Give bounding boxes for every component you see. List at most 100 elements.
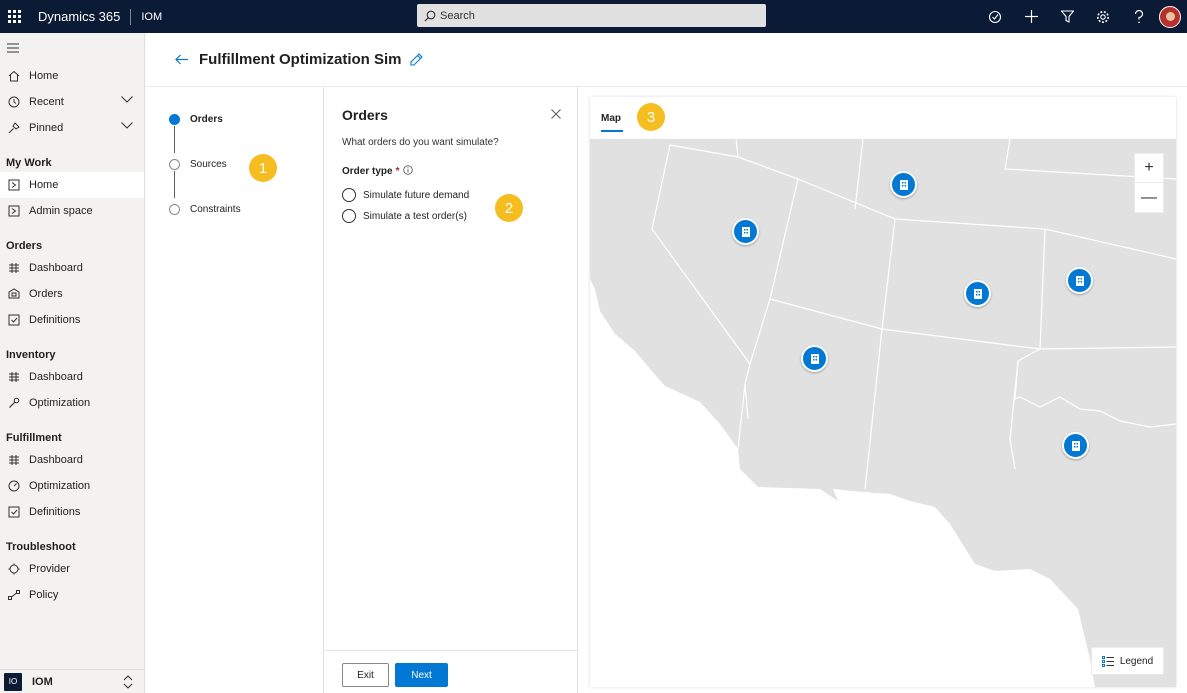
radio-circle[interactable]	[342, 209, 356, 223]
dashboard-icon	[7, 453, 21, 467]
back-button[interactable]	[175, 54, 189, 65]
info-icon[interactable]	[403, 165, 414, 178]
step-sources[interactable]: Sources	[169, 159, 227, 170]
sidebar-item-label: Dashboard	[29, 262, 83, 274]
chevron-down-icon[interactable]	[121, 96, 133, 103]
radio-test-order[interactable]: Simulate a test order(s)	[342, 209, 467, 223]
checklist-icon	[7, 313, 21, 327]
building-icon	[1075, 275, 1084, 286]
sidebar-item-policy[interactable]: Policy	[0, 582, 144, 608]
step-label: Orders	[190, 114, 223, 125]
flow-icon	[7, 588, 21, 602]
settings-button[interactable]	[1085, 0, 1121, 33]
map-location-pin[interactable]	[1062, 432, 1089, 459]
gear-icon	[1097, 10, 1109, 23]
sidebar-item-label: Definitions	[29, 506, 81, 518]
exit-button[interactable]: Exit	[342, 663, 389, 687]
tab-map[interactable]: Map	[601, 113, 621, 124]
callout-badge-1: 1	[249, 154, 277, 182]
building-icon	[1071, 440, 1080, 451]
section-troubleshoot: Troubleshoot	[6, 541, 76, 553]
environment-badge: IO	[4, 672, 22, 691]
sidebar-item-label: Home	[29, 179, 59, 191]
step-orders[interactable]: Orders	[169, 114, 223, 125]
zoom-in-button[interactable]: +	[1135, 154, 1163, 183]
step-label: Constraints	[190, 204, 241, 215]
checklist-icon	[7, 505, 21, 519]
sidebar-item-orders[interactable]: Orders	[0, 281, 144, 307]
sidebar-item-orders-dashboard[interactable]: Dashboard	[0, 255, 144, 281]
gauge-icon	[7, 479, 21, 493]
orders-icon	[7, 287, 21, 301]
zoom-out-button[interactable]: —	[1135, 183, 1163, 212]
plus-icon	[1024, 10, 1038, 23]
map-view[interactable]: + — Legend	[590, 139, 1176, 687]
app-name[interactable]: Dynamics 365	[38, 9, 120, 24]
sidebar-item-inventory-dashboard[interactable]: Dashboard	[0, 364, 144, 390]
sidebar-item-recent[interactable]: Recent	[0, 89, 144, 115]
search-box[interactable]: Search	[417, 4, 766, 27]
step-indicator	[169, 114, 180, 125]
wizard-stepper: Orders Sources Constraints 1	[146, 87, 324, 693]
chevron-down-icon[interactable]	[121, 122, 133, 129]
area-name[interactable]: IOM	[141, 11, 162, 23]
step-indicator	[169, 204, 180, 215]
section-inventory: Inventory	[6, 349, 56, 361]
filter-button[interactable]	[1049, 0, 1085, 33]
sidebar-item-label: Provider	[29, 563, 70, 575]
sidebar-item-provider[interactable]: Provider	[0, 556, 144, 582]
search-icon	[424, 10, 436, 21]
sidebar-item-inventory-optimization[interactable]: Optimization	[0, 390, 144, 416]
divider	[130, 8, 132, 25]
new-button[interactable]	[1013, 0, 1049, 33]
map-location-pin[interactable]	[890, 171, 917, 198]
help-button[interactable]	[1121, 0, 1157, 33]
callout-badge-2: 2	[495, 194, 523, 222]
map-location-pin[interactable]	[1066, 267, 1093, 294]
sidebar-item-pinned[interactable]: Pinned	[0, 115, 144, 141]
step-constraints[interactable]: Constraints	[169, 204, 241, 215]
assistant-button[interactable]	[977, 0, 1013, 33]
zoom-control: + —	[1134, 153, 1164, 213]
map-location-pin[interactable]	[964, 280, 991, 307]
search-placeholder: Search	[440, 9, 475, 22]
hamburger-button[interactable]	[0, 33, 144, 63]
edit-title-button[interactable]	[409, 53, 423, 66]
sidebar-item-label: Admin space	[29, 205, 93, 217]
hamburger-icon	[7, 43, 19, 53]
sidebar-item-label: Orders	[29, 288, 63, 300]
top-bar: Dynamics 365 IOM Search	[0, 0, 1187, 33]
page-title: Fulfillment Optimization Sim	[199, 51, 402, 68]
field-label-text: Order type	[342, 166, 393, 177]
next-button[interactable]: Next	[395, 663, 448, 687]
sidebar-item-admin-space[interactable]: Admin space	[0, 198, 144, 224]
order-type-label: Order type *	[342, 165, 414, 178]
environment-switcher[interactable]: IO IOM	[0, 669, 144, 693]
tab-map-underline	[601, 130, 623, 132]
sidebar-item-orders-definitions[interactable]: Definitions	[0, 307, 144, 333]
step-connector	[174, 126, 175, 153]
required-marker: *	[395, 166, 400, 177]
legend-button[interactable]: Legend	[1091, 647, 1164, 675]
orders-panel: Orders What orders do you want simulate?…	[325, 87, 578, 693]
arrow-left-icon	[175, 54, 188, 65]
sidebar-item-fulfillment-dashboard[interactable]: Dashboard	[0, 447, 144, 473]
building-icon	[810, 353, 819, 364]
sidebar-item-label: Policy	[29, 589, 59, 601]
map-location-pin[interactable]	[732, 218, 759, 245]
callout-badge-3: 3	[637, 103, 665, 131]
sidebar-item-fulfillment-definitions[interactable]: Definitions	[0, 499, 144, 525]
sidebar-item-home[interactable]: Home	[0, 63, 144, 89]
legend-label: Legend	[1119, 655, 1154, 667]
radio-future-demand[interactable]: Simulate future demand	[342, 188, 469, 202]
help-icon	[1134, 9, 1144, 23]
app-launcher-button[interactable]	[0, 0, 28, 33]
close-button[interactable]	[551, 109, 561, 122]
sidebar-item-mywork-home[interactable]: Home	[0, 172, 144, 198]
sidebar: Home Recent Pinned My Work Home Admin sp…	[0, 33, 145, 693]
map-location-pin[interactable]	[801, 345, 828, 372]
user-avatar[interactable]	[1159, 5, 1181, 28]
radio-circle[interactable]	[342, 188, 356, 202]
sidebar-item-fulfillment-optimization[interactable]: Optimization	[0, 473, 144, 499]
pin-icon	[7, 121, 21, 135]
